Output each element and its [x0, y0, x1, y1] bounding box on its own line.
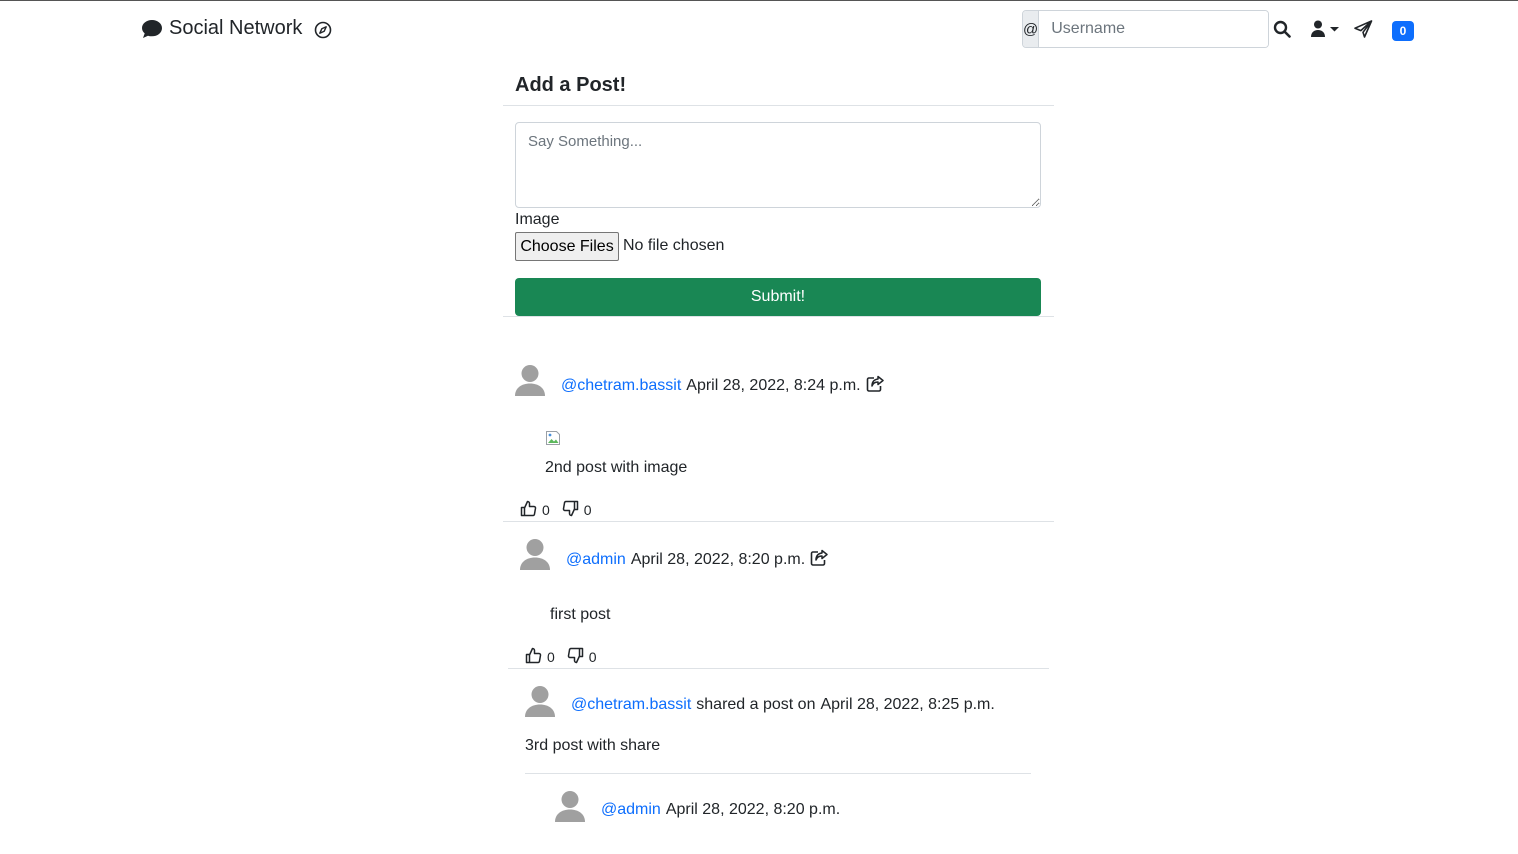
submit-button[interactable]: Submit! [515, 278, 1041, 316]
broken-image-icon [545, 430, 561, 446]
at-prefix: @ [1023, 11, 1040, 47]
divider [503, 316, 1054, 317]
choose-files-button[interactable]: Choose Files [515, 232, 619, 261]
thumbs-up-icon [525, 647, 542, 667]
post-meta: @chetram.bassit shared a post on April 2… [571, 696, 995, 714]
post-timestamp: April 28, 2022, 8:24 p.m. [686, 377, 861, 394]
post-meta: @admin April 28, 2022, 8:20 p.m. [566, 549, 829, 571]
share-icon[interactable] [810, 549, 829, 571]
avatar [515, 364, 545, 396]
post-votes: 0 0 [525, 647, 605, 667]
paper-plane-icon[interactable] [1354, 20, 1373, 38]
like-button[interactable]: 0 [520, 500, 550, 520]
chat-bubble-icon [141, 19, 163, 39]
compass-icon[interactable] [314, 21, 332, 44]
post-timestamp: April 28, 2022, 8:25 p.m. [820, 696, 995, 713]
like-button[interactable]: 0 [525, 647, 555, 667]
shared-label: shared a post on [696, 696, 816, 713]
post-meta: @chetram.bassit April 28, 2022, 8:24 p.m… [561, 375, 885, 397]
post-text: 2nd post with image [545, 459, 688, 476]
post-text-input[interactable] [515, 122, 1041, 208]
navbar: Social Network @ 0 [0, 1, 1518, 57]
post-text: first post [550, 606, 611, 623]
thumbs-down-icon [562, 500, 579, 520]
post-timestamp: April 28, 2022, 8:20 p.m. [665, 801, 841, 818]
post-timestamp: April 28, 2022, 8:20 p.m. [630, 551, 806, 568]
divider [503, 105, 1054, 106]
post-meta: @admin April 28, 2022, 8:20 p.m. [601, 801, 840, 819]
divider [503, 521, 1054, 522]
avatar [520, 538, 550, 570]
dislike-count: 0 [588, 649, 597, 665]
search-icon[interactable] [1273, 20, 1291, 38]
composer-title: Add a Post! [515, 74, 627, 96]
divider [508, 668, 1049, 669]
thumbs-up-icon [520, 500, 537, 520]
brand-label: Social Network [169, 17, 303, 39]
image-label: Image [515, 211, 560, 228]
author-link[interactable]: @admin [566, 551, 626, 569]
brand-link[interactable]: Social Network [141, 17, 302, 40]
username-search-input[interactable] [1039, 11, 1268, 47]
dislike-count: 0 [583, 502, 592, 518]
like-count: 0 [547, 649, 555, 665]
post-text: 3rd post with share [525, 737, 661, 754]
file-status: No file chosen [623, 237, 725, 254]
dislike-button[interactable]: 0 [562, 500, 592, 520]
dislike-button[interactable]: 0 [567, 647, 597, 667]
author-link[interactable]: @admin [601, 801, 661, 819]
thumbs-down-icon [567, 647, 584, 667]
avatar [525, 685, 555, 717]
like-count: 0 [542, 502, 550, 518]
share-icon[interactable] [866, 375, 885, 397]
author-link[interactable]: @chetram.bassit [571, 696, 691, 714]
notification-badge[interactable]: 0 [1392, 21, 1414, 41]
author-link[interactable]: @chetram.bassit [561, 377, 681, 395]
divider [525, 773, 1031, 774]
user-menu-icon[interactable] [1311, 20, 1341, 38]
avatar [555, 790, 585, 822]
post-votes: 0 0 [520, 500, 600, 520]
username-search: @ [1022, 10, 1269, 48]
